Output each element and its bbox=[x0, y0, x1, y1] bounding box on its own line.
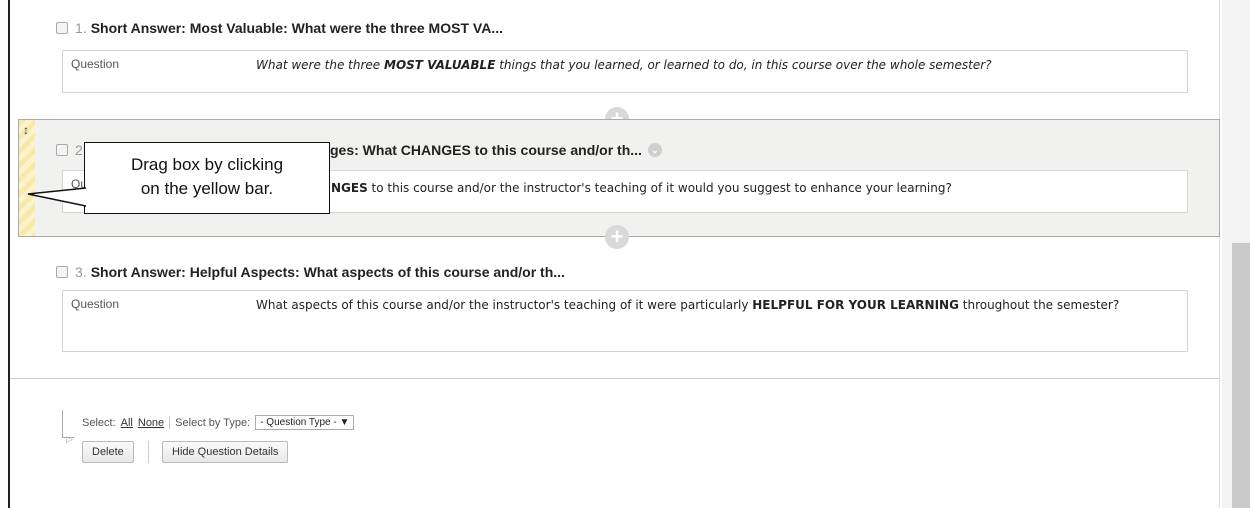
question-3-checkbox[interactable] bbox=[56, 266, 68, 278]
select-controls: Select: All None Select by Type: - Quest… bbox=[82, 415, 355, 430]
question-3-number: 3. bbox=[75, 264, 87, 280]
button-separator bbox=[148, 441, 149, 463]
question-1-number: 1. bbox=[75, 20, 87, 36]
question-2-number: 2 bbox=[75, 142, 83, 158]
question-3-details: Question What aspects of this course and… bbox=[62, 290, 1188, 352]
drag-arrows-icon[interactable]: ↕ bbox=[23, 123, 29, 137]
bracket-arrow-icon: ▷ bbox=[66, 434, 73, 444]
question-3-title[interactable]: Short Answer: Helpful Aspects: What aspe… bbox=[91, 264, 565, 280]
question-1-details: Question What were the three MOST VALUAB… bbox=[62, 50, 1188, 93]
question-3-title-row: 3. Short Answer: Helpful Aspects: What a… bbox=[56, 264, 565, 280]
question-2-title-row-visible: ges: What CHANGES to this course and/or … bbox=[330, 142, 662, 158]
select-by-type-label: Select by Type: bbox=[175, 416, 251, 429]
drag-handle-bar[interactable] bbox=[19, 120, 35, 236]
select-separator bbox=[169, 416, 171, 429]
select-all-link[interactable]: All bbox=[121, 417, 133, 429]
callout-pointer bbox=[27, 187, 86, 207]
select-label: Select: bbox=[82, 416, 116, 429]
question-1-title[interactable]: Short Answer: Most Valuable: What were t… bbox=[91, 20, 503, 36]
question-1-checkbox[interactable] bbox=[56, 22, 68, 34]
insert-question-plus-icon-2[interactable]: + bbox=[605, 225, 629, 249]
question-2-chevron-down-icon[interactable]: ⌄ bbox=[647, 143, 662, 157]
drag-instruction-callout: Drag box by clicking on the yellow bar. bbox=[84, 142, 330, 214]
question-1-label: Question bbox=[71, 57, 120, 71]
select-none-link[interactable]: None bbox=[138, 417, 164, 429]
hide-question-details-button[interactable]: Hide Question Details bbox=[162, 441, 289, 463]
scrollbar-thumb[interactable] bbox=[1232, 243, 1250, 508]
section-divider bbox=[10, 378, 1220, 379]
callout-line-1: Drag box by clicking bbox=[130, 155, 284, 174]
question-2-checkbox[interactable] bbox=[56, 144, 68, 156]
question-2-title-row: 2 bbox=[56, 142, 87, 158]
question-1-text: What were the three MOST VALUABLE things… bbox=[256, 58, 992, 72]
callout-line-2: on the yellow bar. bbox=[140, 179, 274, 198]
question-2-text: NGES to this course and/or the instructo… bbox=[331, 179, 956, 198]
question-1-title-row: 1. Short Answer: Most Valuable: What wer… bbox=[56, 20, 503, 36]
question-2-title[interactable]: ges: What CHANGES to this course and/or … bbox=[330, 142, 642, 158]
question-type-select[interactable]: - Question Type - ▼ bbox=[255, 415, 355, 430]
question-3-text: What aspects of this course and/or the i… bbox=[256, 298, 1120, 312]
delete-button[interactable]: Delete bbox=[82, 441, 134, 463]
question-3-label: Question bbox=[71, 297, 120, 311]
